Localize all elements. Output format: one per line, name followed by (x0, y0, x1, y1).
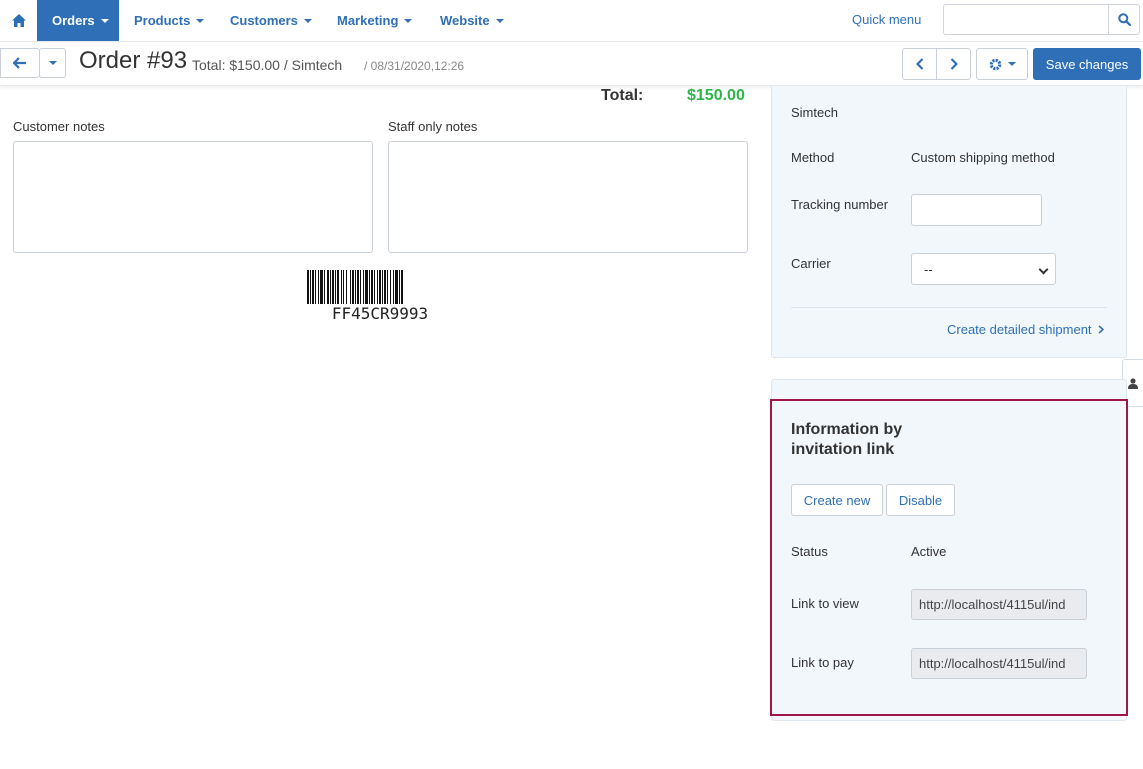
back-button[interactable] (0, 48, 40, 78)
next-order-button[interactable] (936, 48, 971, 80)
create-detailed-shipment-link[interactable]: Create detailed shipment (947, 322, 1105, 337)
chevron-down-icon (404, 18, 413, 23)
carrier-label: Carrier (791, 256, 831, 271)
disable-button[interactable]: Disable (886, 484, 955, 516)
chevron-down-icon (48, 61, 57, 65)
carrier-selected-value: -- (924, 261, 933, 277)
arrow-left-icon (13, 57, 26, 69)
status-value: Active (911, 544, 947, 559)
chevron-left-icon (915, 58, 923, 70)
shipping-vendor: Simtech (791, 105, 838, 120)
gear-icon (989, 58, 1001, 70)
order-summary: Total: $150.00 / Simtech (192, 57, 343, 73)
barcode-text: FF45CR9993 (331, 304, 429, 323)
carrier-select[interactable]: -- (911, 253, 1056, 285)
nav-marketing-label: Marketing (337, 13, 399, 28)
chevron-right-icon (950, 58, 958, 70)
nav-website-label: Website (440, 13, 490, 28)
save-changes-button[interactable]: Save changes (1033, 48, 1141, 80)
link-to-view-field[interactable]: http://localhost/4115ul/ind (911, 589, 1087, 620)
staff-notes-label: Staff only notes (388, 119, 478, 134)
settings-button[interactable] (976, 48, 1028, 80)
order-date: / 08/31/2020,12:26 (364, 59, 465, 73)
link-to-pay-label: Link to pay (791, 655, 854, 670)
previous-order-button[interactable] (902, 48, 937, 80)
invitation-section-title: Information by invitation link (791, 421, 903, 458)
link-to-view-label: Link to view (791, 596, 859, 611)
tracking-number-input[interactable] (911, 194, 1042, 226)
quick-menu-link[interactable]: Quick menu (852, 12, 921, 27)
order-toolbar: Order #93 Total: $150.00 / Simtech / 08/… (0, 42, 1143, 86)
customer-notes-textarea[interactable] (13, 141, 373, 253)
create-detailed-shipment-label: Create detailed shipment (947, 322, 1092, 337)
create-new-button[interactable]: Create new (791, 484, 883, 516)
status-label: Status (791, 544, 828, 559)
nav-products[interactable]: Products (119, 0, 219, 41)
nav-customers-label: Customers (230, 13, 298, 28)
method-label: Method (791, 150, 835, 165)
chevron-down-icon (1038, 264, 1049, 275)
staff-notes-textarea[interactable] (388, 141, 748, 253)
search-button[interactable] (1108, 4, 1140, 35)
total-label: Total: (601, 87, 644, 104)
user-icon (1128, 377, 1138, 389)
page-title: Order #93 (79, 47, 188, 74)
tracking-number-label: Tracking number (791, 197, 889, 212)
link-to-pay-field[interactable]: http://localhost/4115ul/ind (911, 648, 1087, 679)
nav-products-label: Products (134, 13, 191, 28)
nav-orders[interactable]: Orders (37, 0, 119, 41)
chevron-down-icon (100, 18, 109, 23)
total-value: $150.00 (687, 87, 745, 104)
divider (791, 307, 1107, 308)
chevron-down-icon (1007, 62, 1016, 66)
nav-marketing[interactable]: Marketing (322, 0, 427, 41)
nav-orders-label: Orders (52, 13, 95, 28)
nav-customers[interactable]: Customers (215, 0, 327, 41)
chevron-down-icon (303, 18, 312, 23)
method-value: Custom shipping method (911, 150, 1055, 165)
top-navigation: Orders Products Customers Marketing Webs… (0, 0, 1143, 42)
chevron-down-icon (196, 18, 205, 23)
back-dropdown-button[interactable] (39, 48, 66, 78)
home-icon[interactable] (0, 0, 37, 41)
customer-notes-label: Customer notes (13, 119, 105, 134)
chevron-right-icon (1098, 325, 1105, 334)
nav-website[interactable]: Website (425, 0, 519, 41)
chevron-down-icon (495, 18, 504, 23)
search-input[interactable] (943, 4, 1109, 35)
search-icon (1117, 13, 1131, 26)
barcode-image (307, 270, 453, 304)
